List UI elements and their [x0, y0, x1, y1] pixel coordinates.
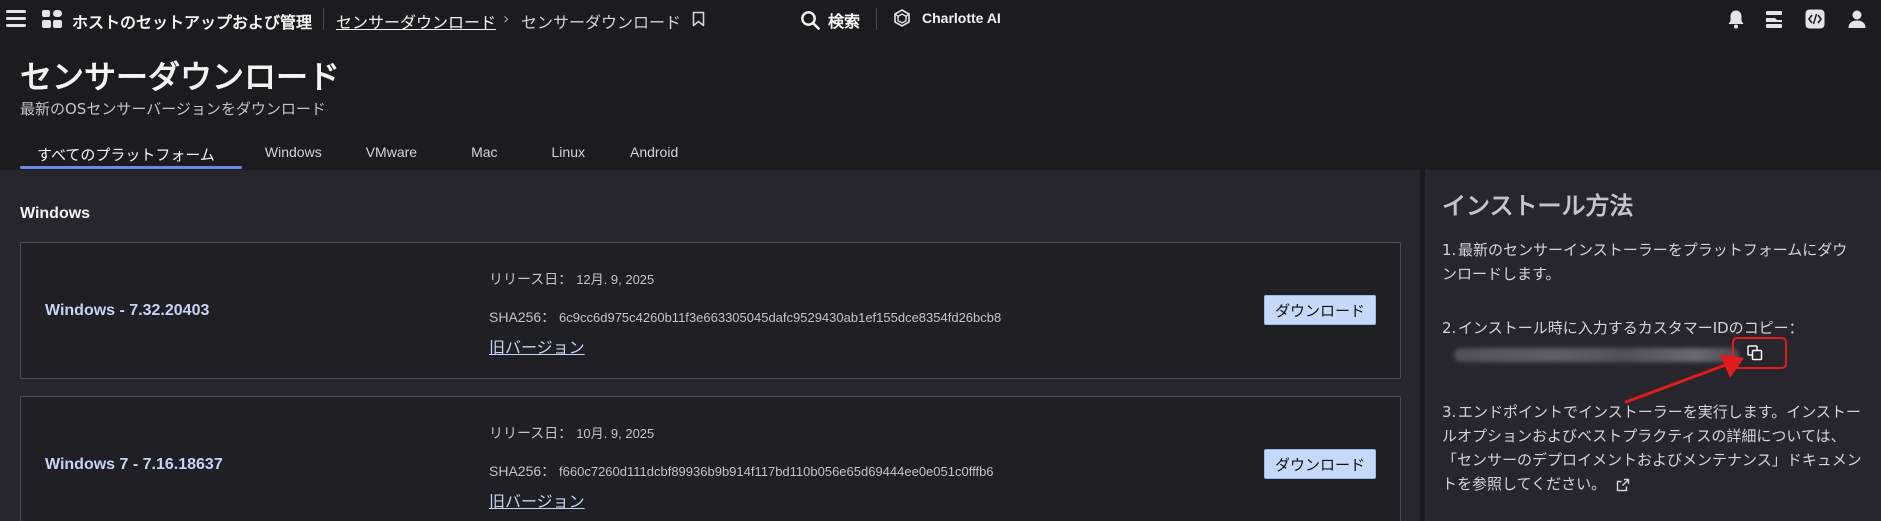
tab-mac[interactable]: Mac	[471, 140, 497, 170]
download-button[interactable]: ダウンロード	[1264, 449, 1376, 479]
release-date-value: 12月. 9, 2025	[576, 272, 655, 287]
support-stack-icon[interactable]	[1763, 8, 1785, 30]
page-subtitle: 最新のOSセンサーバージョンをダウンロード	[20, 100, 326, 118]
menu-icon[interactable]	[6, 10, 26, 28]
step-text: インストール時に入力するカスタマーIDのコピー：	[1458, 319, 1804, 337]
tab-windows[interactable]: Windows	[265, 140, 322, 170]
release-date-label: リリース日：	[489, 271, 573, 287]
step-text: エンドポイントでインストーラーを実行します。インストールオプションおよびベストプ…	[1442, 403, 1862, 493]
bookmark-icon[interactable]	[692, 11, 705, 27]
step-number: 2.	[1442, 319, 1457, 337]
old-versions-link[interactable]: 旧バージョン	[489, 488, 585, 512]
sha256-label: SHA256：	[489, 309, 556, 325]
breadcrumb-current: センサーダウンロード	[521, 13, 682, 32]
sha256-row: SHA256： 6c9cc6d975c4260b11f3e663305045da…	[489, 307, 1001, 327]
tab-linux[interactable]: Linux	[552, 140, 585, 170]
breadcrumb-link[interactable]: センサーダウンロード	[336, 9, 496, 33]
sensor-name: Windows - 7.32.20403	[45, 302, 210, 319]
search-icon	[801, 11, 820, 30]
install-step-2: 2. インストール時に入力するカスタマーIDのコピー：	[1442, 316, 1862, 340]
install-step-3: 3. エンドポイントでインストーラーを実行します。インストールオプションおよびベス…	[1442, 400, 1862, 496]
app-grid-icon	[42, 10, 62, 28]
charlotte-ai-button[interactable]: Charlotte AI	[892, 8, 1001, 28]
notification-bell-icon[interactable]	[1725, 8, 1747, 30]
release-date-label: リリース日：	[489, 425, 573, 441]
tab-android[interactable]: Android	[630, 140, 678, 170]
divider	[876, 8, 877, 30]
sensor-card: Windows - 7.32.20403 リリース日： 12月. 9, 2025…	[20, 242, 1401, 379]
sha256-label: SHA256：	[489, 463, 556, 479]
sha256-value: 6c9cc6d975c4260b11f3e663305045dafc952943…	[559, 310, 1002, 325]
sha256-row: SHA256： f660c7260d111dcbf89936b9b914f117…	[489, 461, 994, 481]
active-tab-indicator	[20, 166, 242, 169]
step-text: 最新のセンサーインストーラーをプラットフォームにダウンロードします。	[1442, 241, 1848, 283]
external-link-icon[interactable]	[1616, 478, 1630, 492]
breadcrumb-chevron: ›	[503, 9, 510, 28]
search-label: 検索	[828, 12, 861, 31]
sensor-name: Windows 7 - 7.16.18637	[45, 456, 223, 473]
user-avatar-icon[interactable]	[1846, 8, 1868, 30]
page-title: センサーダウンロード	[20, 58, 341, 96]
top-bar: ホストのセットアップおよび管理 センサーダウンロード › センサーダウンロード …	[0, 0, 1881, 38]
release-date-row: リリース日： 10月. 9, 2025	[489, 423, 654, 443]
code-icon[interactable]	[1804, 8, 1826, 30]
tab-vmware[interactable]: VMware	[366, 140, 417, 170]
charlotte-ai-icon	[894, 9, 910, 27]
divider	[323, 8, 324, 30]
install-title: インストール方法	[1442, 192, 1634, 220]
app-title: ホストのセットアップおよび管理	[72, 13, 313, 32]
section-title: Windows	[20, 205, 91, 222]
old-versions-link[interactable]: 旧バージョン	[489, 334, 585, 358]
sensor-card: Windows 7 - 7.16.18637 リリース日： 10月. 9, 20…	[20, 396, 1401, 521]
charlotte-ai-label: Charlotte AI	[922, 10, 1001, 26]
release-date-row: リリース日： 12月. 9, 2025	[489, 269, 654, 289]
release-date-value: 10月. 9, 2025	[576, 426, 655, 441]
step-number: 3.	[1442, 403, 1457, 421]
search-button[interactable]: 検索	[800, 8, 860, 32]
sha256-value: f660c7260d111dcbf89936b9b914f117bd110b05…	[559, 464, 994, 479]
download-button[interactable]: ダウンロード	[1264, 295, 1376, 325]
step-number: 1.	[1442, 241, 1457, 259]
install-step-1: 1. 最新のセンサーインストーラーをプラットフォームにダウンロードします。	[1442, 238, 1862, 286]
